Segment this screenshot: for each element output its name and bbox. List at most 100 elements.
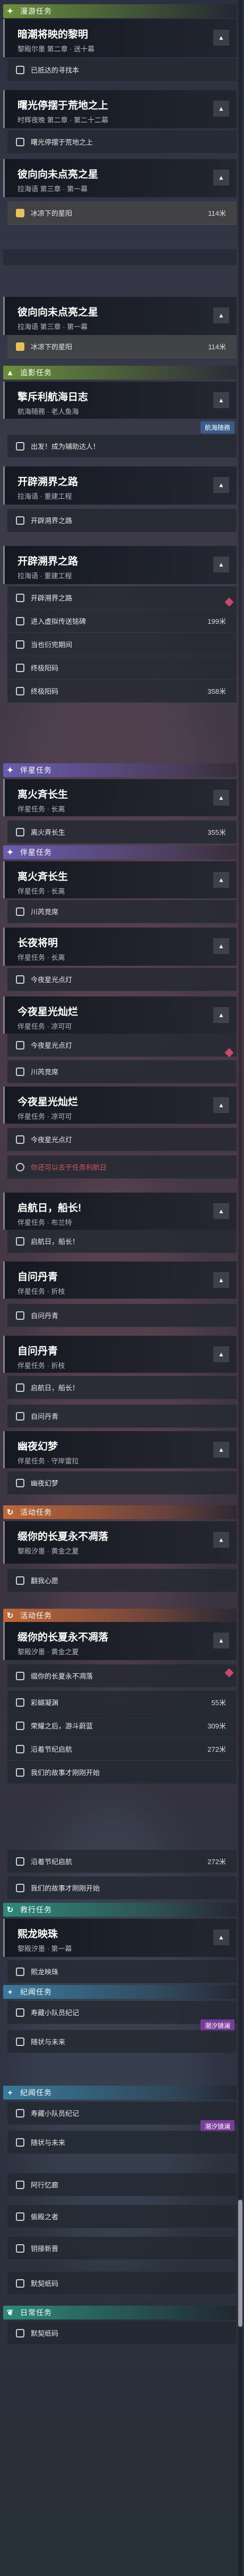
quest-card[interactable]: 离火斉长生 伴星任务 · 长离 ▲ xyxy=(3,779,237,816)
objective-row[interactable]: 开辟溯界之路 xyxy=(7,509,237,532)
objective-row[interactable]: 已抵达的寻找本 xyxy=(7,58,237,82)
objective-row[interactable]: 默契纸码 xyxy=(7,2322,237,2345)
collapse-icon[interactable]: ▲ xyxy=(213,557,229,572)
section-header[interactable]: ↻ 活动任务 xyxy=(3,1505,237,1519)
quest-card[interactable]: 幽夜幻梦 伴星任务 · 守岸雷拉 ▲ xyxy=(3,1431,237,1468)
objective-row[interactable]: 今夜星光点灯 xyxy=(7,968,237,991)
objective-row[interactable]: 今夜星光点灯 xyxy=(7,1034,237,1057)
objective-row[interactable]: 曙光停摆于荒地之上 xyxy=(7,130,237,154)
objective-row[interactable]: 当也衍完期间 xyxy=(7,633,237,656)
section-header[interactable]: ✦ 漫游任务 xyxy=(3,4,237,18)
objective-row[interactable]: 翻我心愿 xyxy=(7,1569,237,1592)
objective-row[interactable]: 终极阳码 358米 xyxy=(7,680,237,703)
scroll-thumb[interactable] xyxy=(238,2200,242,2327)
collapse-icon[interactable]: ▲ xyxy=(213,1203,229,1219)
collapse-icon[interactable]: ▲ xyxy=(213,392,229,408)
collapse-icon[interactable]: ▲ xyxy=(213,1929,229,1945)
collapse-icon[interactable]: ▲ xyxy=(213,307,229,323)
objective-row[interactable]: 沿着节纪启航 272米 xyxy=(7,1850,237,1873)
quest-card[interactable]: 擎斥利航海日志 航海随務 · 老人鱼海 ▲ xyxy=(3,382,237,419)
quest-card[interactable]: 今夜星光灿烂 伴星任务 · 凉可可 ▲ xyxy=(3,1087,237,1124)
objective-text: 终极阳码 xyxy=(31,664,59,672)
quest-card[interactable]: 自问丹青 伴星任务 · 折枝 ▲ xyxy=(3,1336,237,1373)
objective-row[interactable]: 钥接新晋 xyxy=(7,2237,237,2260)
cycle-icon: ↻ xyxy=(6,1905,14,1915)
objective-row[interactable]: 我们的故事才刚刚开始 xyxy=(7,1761,237,1784)
checkbox-icon xyxy=(16,137,24,146)
quest-card[interactable]: 缀你的长夏永不凋落 黎殿汐墨 · 黄金之夏 ▲ xyxy=(3,1622,237,1660)
checkbox-icon xyxy=(16,616,24,625)
collapse-icon[interactable]: ▲ xyxy=(213,938,229,954)
objective-row[interactable]: 出发！成为辅助达人！ xyxy=(7,435,237,458)
quest-card[interactable]: 长夜将明 伴星任务 · 长离 ▲ xyxy=(3,928,237,966)
quest-card[interactable]: 今夜星光灿烂 伴星任务 · 凉可可 ▲ xyxy=(3,996,237,1034)
section-header[interactable]: + 纪闻任务 xyxy=(3,1985,237,1999)
section-header[interactable]: + 纪闻任务 xyxy=(3,2086,237,2099)
objective-row[interactable]: 川芮竞席 xyxy=(7,900,237,923)
objective-row[interactable]: 你还可以去于任务利航日 xyxy=(7,1155,237,1179)
objective-row[interactable]: 开辟溯界之路 xyxy=(7,586,237,610)
quest-card[interactable]: 彼向向未点亮之星 拉海语 第三章 · 第一幕 ▲ xyxy=(3,159,237,197)
section-header[interactable]: ↻ 救行任务 xyxy=(3,1903,237,1917)
collapse-icon[interactable]: ▲ xyxy=(213,1272,229,1288)
section-header[interactable]: ✦ 伴星任务 xyxy=(3,845,237,859)
objective-row[interactable]: 冰凉下的星阳 114米 xyxy=(7,335,237,358)
objective-row[interactable]: 自问丹青 xyxy=(7,1304,237,1327)
quest-title: 幽夜幻梦 xyxy=(18,1441,58,1452)
quest-card[interactable]: 离火斉长生 伴星任务 · 长离 ▲ xyxy=(3,861,237,898)
section-header[interactable]: ✦ 伴星任务 xyxy=(3,763,237,777)
objective-row[interactable]: 终极阳码 xyxy=(7,656,237,680)
quest-subtitle: 拉海语 · 重建工程 xyxy=(18,492,72,500)
objective-row[interactable]: 缀你的长夏永不凋落 xyxy=(7,1664,237,1688)
quest-card[interactable]: 自问丹青 伴星任务 · 折枝 ▲ xyxy=(3,1261,237,1299)
collapse-icon[interactable]: ▲ xyxy=(213,477,229,493)
objective-text: 离火斉长生 xyxy=(31,828,66,836)
collapse-icon[interactable]: ▲ xyxy=(213,1007,229,1023)
scrollbar[interactable] xyxy=(238,0,242,2576)
objective-row[interactable]: 偷殿之者 xyxy=(7,2205,237,2228)
objective-row[interactable]: 川芮竞席 xyxy=(7,1060,237,1083)
objective-row[interactable]: 进入虚拟传送铭碑 199米 xyxy=(7,610,237,633)
quest-card[interactable]: 彼向向未点亮之星 拉海语 第三章 · 第一幕 ▲ xyxy=(3,297,237,335)
objective-row[interactable]: 我们的故事才刚刚开始 xyxy=(7,1876,237,1900)
quest-card[interactable]: 暗潮将映的黎明 黎殿尔墨 第二章 · 送十幕 ▲ xyxy=(3,19,237,57)
quest-card[interactable]: 开辟溯界之路 拉海语 · 重建工程 ▲ xyxy=(3,466,237,505)
objective-row[interactable]: 启航日，船长！ xyxy=(7,1230,237,1253)
objective-row[interactable]: 自问丹青 xyxy=(7,1405,237,1428)
objective-row[interactable]: 启航日，船长！ xyxy=(7,1376,237,1399)
collapse-icon[interactable]: ▲ xyxy=(213,1532,229,1548)
objective-row[interactable]: 随状与未来 xyxy=(7,2030,237,2053)
collapse-icon[interactable]: ▲ xyxy=(213,1442,229,1458)
collapse-icon[interactable]: ▲ xyxy=(213,1633,229,1648)
quest-card[interactable]: 熙龙映珠 黎殿汐墨 · 第一幕 ▲ xyxy=(3,1919,237,1957)
collapse-icon[interactable]: ▲ xyxy=(213,30,229,46)
objective-row[interactable]: 默契纸码 xyxy=(7,2272,237,2295)
collapse-icon[interactable]: ▲ xyxy=(213,170,229,186)
collapse-icon[interactable]: ▲ xyxy=(213,872,229,888)
objective-row[interactable]: 阿行忆廊 xyxy=(7,2173,237,2196)
quest-card[interactable]: 启航日，船长! 伴星任务 · 布兰特 ▲ xyxy=(3,1193,237,1230)
section-header[interactable]: ↻ 活动任务 xyxy=(3,1609,237,1622)
objective-row[interactable]: 离火斉长生 355米 xyxy=(7,821,237,844)
objective-text: 终极阳码 xyxy=(31,687,59,695)
collapse-icon[interactable]: ▲ xyxy=(213,101,229,117)
checkbox-icon xyxy=(16,2109,24,2118)
quest-card[interactable]: 曙光停摆于荒地之上 时辉夜晚 第二章 · 第二十二幕 ▲ xyxy=(3,90,237,128)
objective-row[interactable]: 今夜星光点灯 xyxy=(7,1128,237,1151)
objective-row[interactable]: 随状与未来 xyxy=(7,2131,237,2154)
collapse-icon[interactable]: ▲ xyxy=(213,1097,229,1113)
objective-row[interactable]: 幽夜幻梦 xyxy=(7,1471,237,1495)
objective-text: 我们的故事才刚刚开始 xyxy=(31,1884,100,1892)
objective-row[interactable]: 彩蝴凝渊 55米 xyxy=(7,1691,237,1714)
objective-row[interactable]: 熙龙映珠 xyxy=(7,1960,237,1983)
section-header[interactable]: ❦ 日常任务 xyxy=(3,2306,237,2319)
objective-row[interactable]: 荣耀之后，游斗蔚蓝 309米 xyxy=(7,1714,237,1737)
section-header[interactable]: ▲ 追影任务 xyxy=(3,366,237,380)
collapse-icon[interactable]: ▲ xyxy=(213,1346,229,1362)
objective-text: 阿行忆廊 xyxy=(31,2181,59,2189)
objective-row[interactable]: 沿着节纪启航 272米 xyxy=(7,1737,237,1761)
collapse-icon[interactable]: ▲ xyxy=(213,790,229,806)
quest-card[interactable]: 缀你的长夏永不凋落 黎殿汐墨 · 黄金之夏 ▲ xyxy=(3,1521,237,1564)
quest-card[interactable]: 开辟溯界之路 拉海语 · 重建工程 ▲ xyxy=(3,546,237,584)
objective-row[interactable]: 冰凉下的星阳 114米 xyxy=(7,201,237,225)
